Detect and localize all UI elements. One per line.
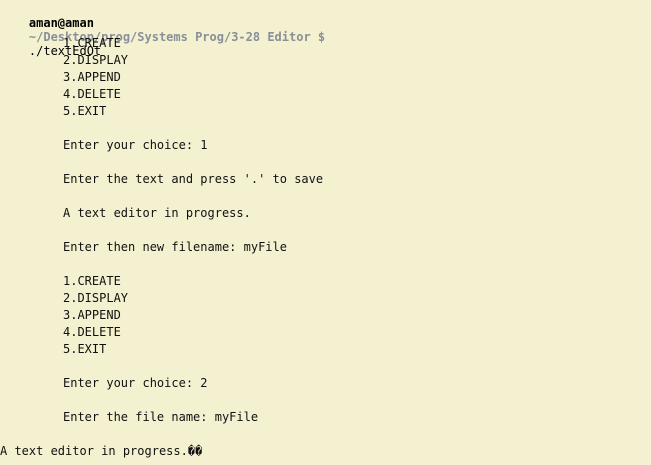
menu1-item-exit: 5.EXIT [63,104,107,118]
prompt-user-host: aman@aman [28,16,94,30]
choice1-line: Enter your choice: 1 [63,138,208,152]
menu1-item-create: 1.CREATE [63,36,121,50]
file-name-prompt-line: Enter the file name: myFile [63,410,259,424]
menu2-item-display: 2.DISPLAY [63,291,129,305]
menu2-item-append: 3.APPEND [63,308,121,322]
menu2-item-create: 1.CREATE [63,274,121,288]
filename-prompt-line: Enter then new filename: myFile [63,240,287,254]
choice2-line: Enter your choice: 2 [63,376,208,390]
terminal-window[interactable]: aman@aman ~/Desktop/prog/Systems Prog/3-… [0,0,651,465]
menu1-item-append: 3.APPEND [63,70,121,84]
menu2-item-delete: 4.DELETE [63,325,121,339]
file-output-line: A text editor in progress.�� [0,444,203,458]
typed-text-line: A text editor in progress. [63,206,251,220]
menu1-item-delete: 4.DELETE [63,87,121,101]
shell-prompt-line: aman@aman ~/Desktop/prog/Systems Prog/3-… [0,2,325,72]
text-prompt-line: Enter the text and press '.' to save [63,172,324,186]
menu2-item-exit: 5.EXIT [63,342,107,356]
menu1-item-display: 2.DISPLAY [63,53,129,67]
